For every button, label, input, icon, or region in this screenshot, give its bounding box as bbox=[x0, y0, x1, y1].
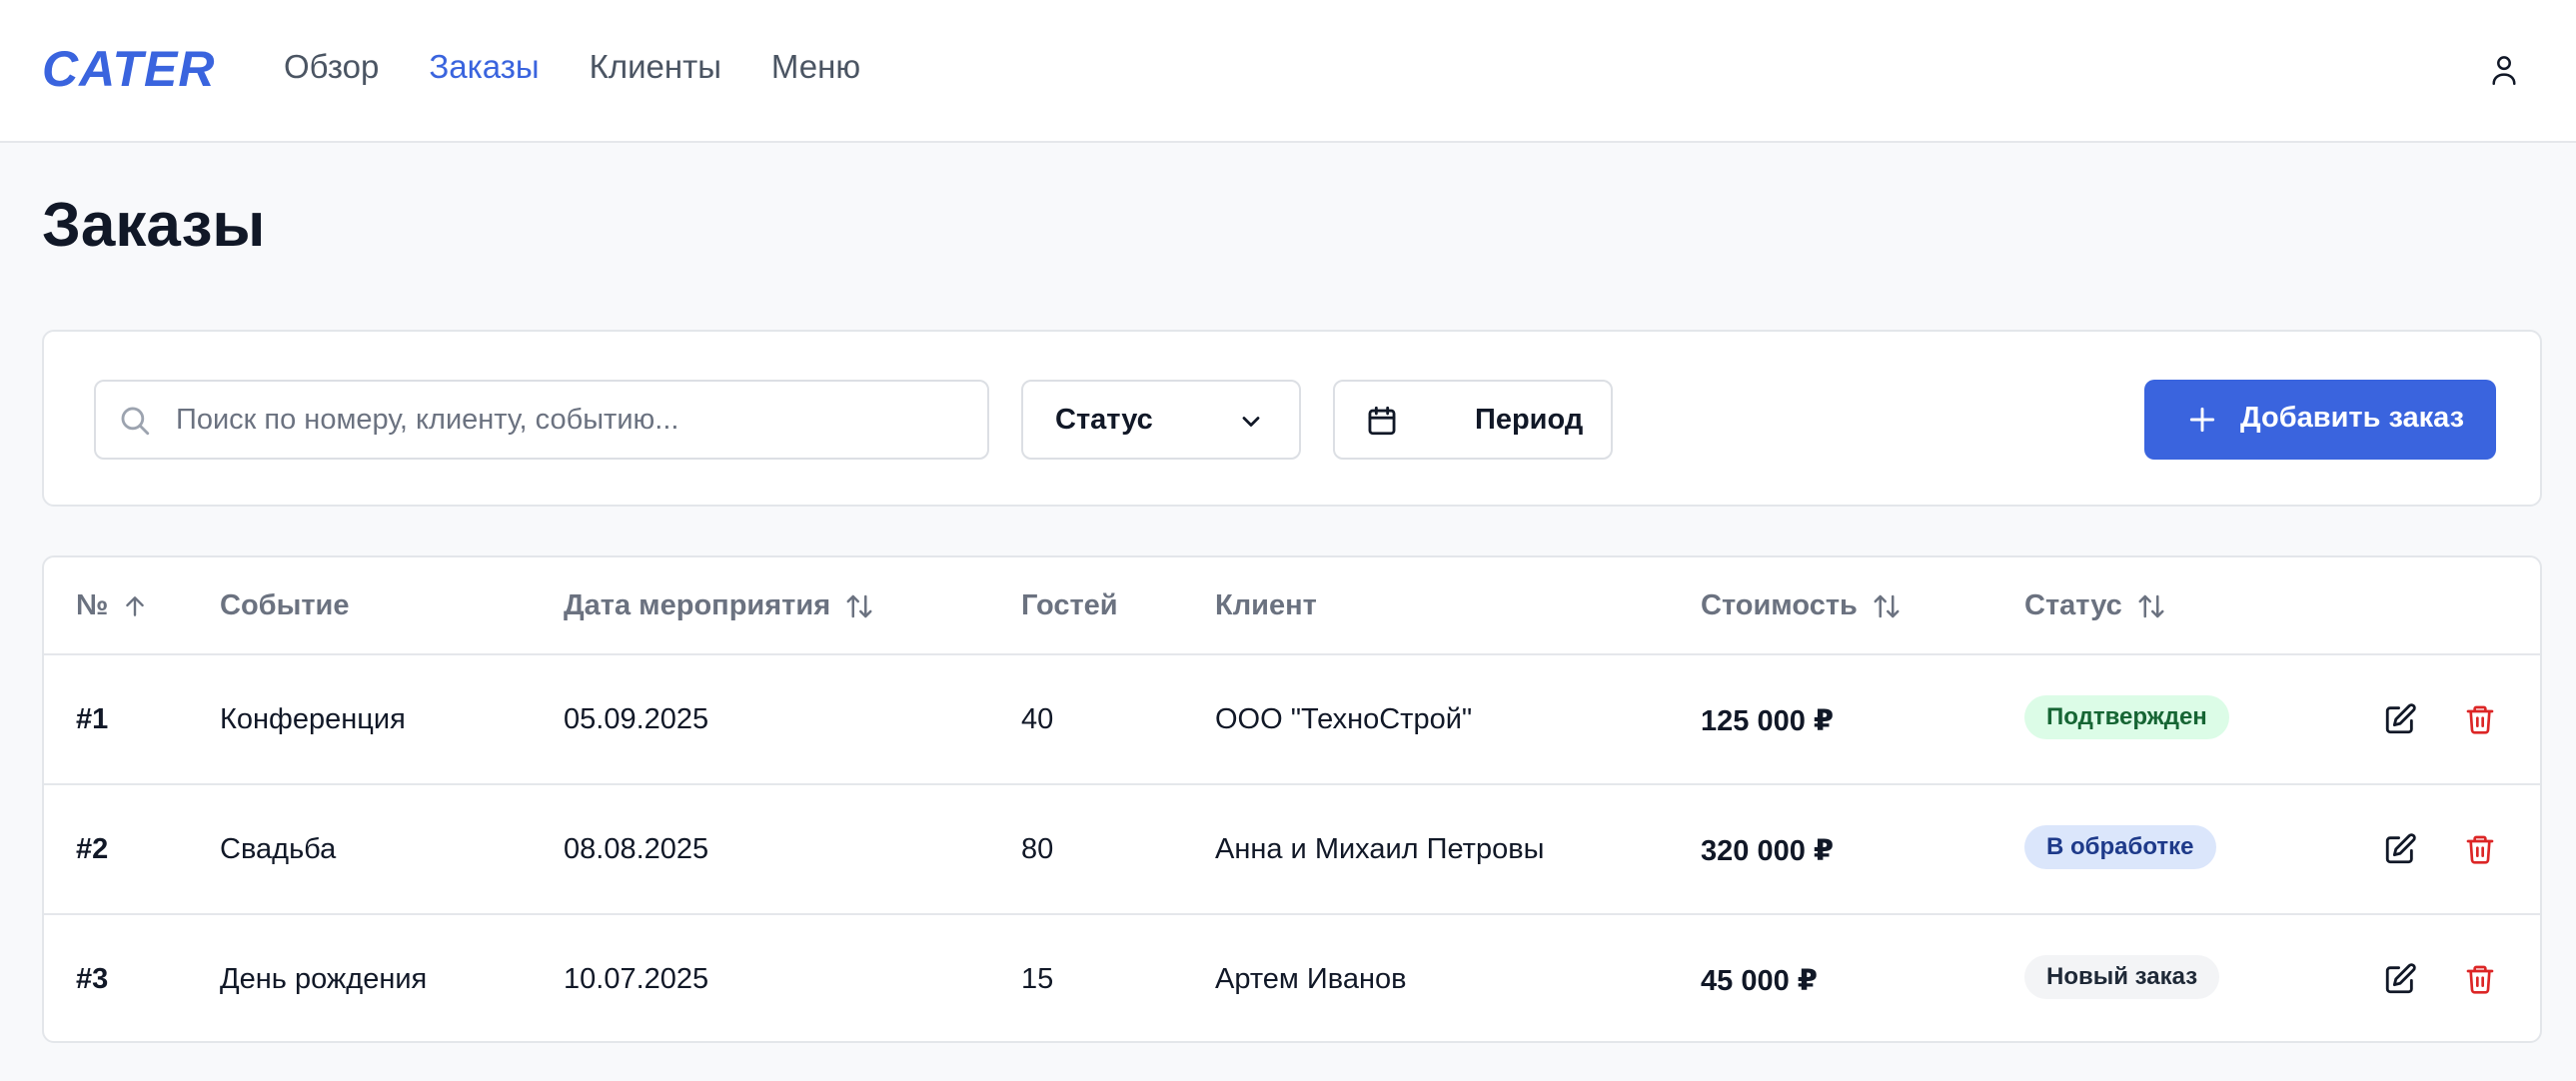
plus-icon bbox=[2189, 407, 2215, 433]
status-filter-dropdown[interactable]: Статус bbox=[1021, 380, 1301, 460]
edit-button[interactable] bbox=[2382, 701, 2418, 737]
order-guests: 80 bbox=[1021, 833, 1054, 865]
page-title: Заказы bbox=[42, 191, 266, 260]
sort-asc-icon bbox=[126, 595, 145, 616]
column-header-status[interactable]: Статус bbox=[2024, 589, 2166, 622]
delete-button[interactable] bbox=[2462, 701, 2498, 737]
edit-icon bbox=[2385, 833, 2416, 864]
search-input[interactable] bbox=[176, 396, 965, 444]
status-badge: В обработке bbox=[2024, 825, 2216, 869]
order-client: Анна и Михаил Петровы bbox=[1215, 833, 1545, 865]
column-header-cost[interactable]: Стоимость bbox=[1701, 589, 1902, 622]
status-badge: Подтвержден bbox=[2024, 695, 2229, 739]
add-order-label: Добавить заказ bbox=[2240, 402, 2465, 434]
nav-item-overview[interactable]: Обзор bbox=[284, 48, 379, 86]
column-header-label: Статус bbox=[2024, 589, 2122, 621]
status-badge: Новый заказ bbox=[2024, 955, 2220, 999]
main-nav: Обзор Заказы Клиенты Меню bbox=[284, 48, 860, 86]
edit-icon bbox=[2385, 963, 2416, 994]
order-event: Свадьба bbox=[220, 833, 337, 865]
order-cost: 125 000 ₽ bbox=[1701, 705, 1835, 737]
order-guests: 40 bbox=[1021, 703, 1054, 735]
order-event: Конференция bbox=[220, 703, 406, 735]
sort-icon bbox=[2138, 594, 2164, 617]
column-header-label: Событие bbox=[220, 589, 350, 621]
order-event: День рождения bbox=[220, 963, 428, 995]
order-number: #1 bbox=[76, 703, 109, 735]
calendar-icon bbox=[1368, 406, 1396, 436]
order-date: 08.08.2025 bbox=[564, 833, 709, 865]
sort-icon bbox=[1874, 594, 1900, 617]
column-header-client: Клиент bbox=[1215, 589, 1317, 622]
order-client: Артем Иванов bbox=[1215, 963, 1407, 995]
search-box[interactable] bbox=[94, 380, 989, 460]
user-icon bbox=[2492, 56, 2516, 85]
chevron-down-icon bbox=[1242, 417, 1260, 427]
add-order-button[interactable]: Добавить заказ bbox=[2144, 380, 2496, 460]
period-filter-button[interactable]: Период bbox=[1333, 380, 1613, 460]
column-header-date[interactable]: Дата мероприятия bbox=[564, 589, 874, 622]
trash-icon bbox=[2466, 705, 2494, 734]
nav-item-clients[interactable]: Клиенты bbox=[590, 48, 721, 86]
delete-button[interactable] bbox=[2462, 831, 2498, 867]
search-icon bbox=[121, 407, 150, 436]
period-filter-label: Период bbox=[1475, 404, 1584, 436]
table-row: #3 День рождения 10.07.2025 15 Артем Ива… bbox=[44, 915, 2540, 1041]
orders-table: № Событие Дата мероприятия Гостей Клиент… bbox=[42, 555, 2542, 1043]
column-header-label: Гостей bbox=[1021, 589, 1118, 621]
order-cost: 320 000 ₽ bbox=[1701, 835, 1835, 867]
top-bar: CATER Обзор Заказы Клиенты Меню bbox=[0, 0, 2576, 143]
user-button[interactable] bbox=[2486, 48, 2522, 92]
order-number: #2 bbox=[76, 833, 109, 865]
status-filter-label: Статус bbox=[1055, 404, 1153, 436]
column-header-event: Событие bbox=[220, 589, 350, 622]
trash-icon bbox=[2466, 835, 2494, 864]
edit-button[interactable] bbox=[2382, 831, 2418, 867]
nav-item-orders[interactable]: Заказы bbox=[429, 48, 539, 86]
trash-icon bbox=[2466, 965, 2494, 994]
nav-item-menu[interactable]: Меню bbox=[771, 48, 860, 86]
table-row: #1 Конференция 05.09.2025 40 ООО "ТехноС… bbox=[44, 655, 2540, 785]
edit-button[interactable] bbox=[2382, 961, 2418, 997]
column-header-label: № bbox=[76, 589, 109, 621]
edit-icon bbox=[2385, 703, 2416, 734]
order-guests: 15 bbox=[1021, 963, 1054, 995]
order-cost: 45 000 ₽ bbox=[1701, 965, 1818, 997]
order-number: #3 bbox=[76, 963, 109, 995]
table-row: #2 Свадьба 08.08.2025 80 Анна и Михаил П… bbox=[44, 785, 2540, 915]
column-header-label: Дата мероприятия bbox=[564, 589, 831, 621]
table-header: № Событие Дата мероприятия Гостей Клиент… bbox=[44, 557, 2540, 655]
logo[interactable]: CATER bbox=[42, 40, 216, 98]
column-header-guests: Гостей bbox=[1021, 589, 1118, 622]
order-date: 05.09.2025 bbox=[564, 703, 709, 735]
column-header-label: Клиент bbox=[1215, 589, 1317, 621]
delete-button[interactable] bbox=[2462, 961, 2498, 997]
order-client: ООО "ТехноСтрой" bbox=[1215, 703, 1473, 735]
order-date: 10.07.2025 bbox=[564, 963, 709, 995]
column-header-label: Стоимость bbox=[1701, 589, 1858, 621]
filter-toolbar: Статус Период Добавить заказ bbox=[42, 330, 2542, 507]
sort-icon bbox=[846, 594, 872, 617]
column-header-number[interactable]: № bbox=[76, 589, 148, 622]
